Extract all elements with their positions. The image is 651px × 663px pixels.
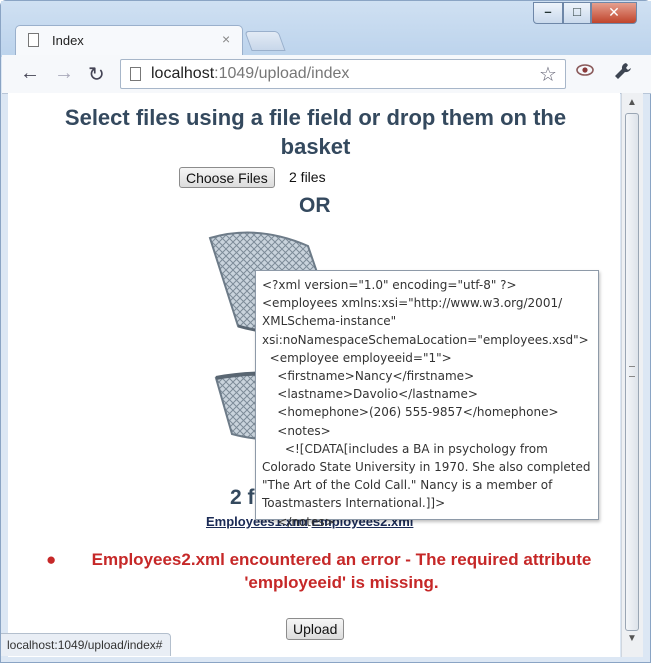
page-title: Select files using a file field or drop … — [64, 105, 567, 159]
url-path: :1049/upload/index — [214, 65, 350, 82]
scrollbar-thumb[interactable] — [625, 113, 639, 631]
scroll-up-icon[interactable]: ▲ — [627, 97, 637, 108]
upload-button[interactable]: Upload — [286, 618, 345, 640]
star-icon[interactable]: ☆ — [539, 62, 557, 87]
close-window-button[interactable]: ✕ — [591, 2, 637, 24]
error-list: ● Employees2.xml encountered an error - … — [26, 548, 616, 594]
reload-icon[interactable]: ↻ — [88, 62, 105, 87]
new-tab-button[interactable] — [244, 31, 286, 51]
page-icon — [130, 67, 141, 81]
back-icon[interactable]: ← — [20, 62, 40, 85]
grip-icon — [629, 366, 635, 377]
minimize-icon: – — [544, 4, 552, 19]
uploaded-count-heading: 2 f — [230, 486, 255, 509]
error-message: ● Employees2.xml encountered an error - … — [26, 548, 616, 594]
maximize-button[interactable]: □ — [563, 2, 591, 24]
forward-icon[interactable]: → — [54, 62, 74, 85]
wrench-icon[interactable] — [614, 62, 632, 85]
status-bar: localhost:1049/upload/index# — [1, 633, 172, 656]
or-label: OR — [299, 194, 331, 217]
vertical-scrollbar[interactable]: ▲ ▼ — [621, 93, 643, 657]
browser-toolbar: ← → ↻ localhost:1049/upload/index ☆ — [2, 55, 651, 94]
file-preview-tooltip: <?xml version="1.0" encoding="utf-8" ?> … — [255, 270, 599, 529]
selected-file-count: 2 files — [289, 169, 326, 185]
browser-tab[interactable]: Index × — [15, 25, 243, 55]
error-text: Employees2.xml encountered an error - Th… — [91, 550, 592, 592]
tab-close-icon[interactable]: × — [222, 31, 230, 47]
minimize-button[interactable]: – — [533, 2, 563, 24]
page-icon — [28, 33, 39, 47]
url-text[interactable]: localhost:1049/upload/index — [151, 65, 349, 83]
scroll-down-icon[interactable]: ▼ — [627, 633, 637, 644]
maximize-icon: □ — [573, 4, 581, 19]
url-host: localhost — [151, 65, 215, 82]
tooltip-xml-text: <?xml version="1.0" encoding="utf-8" ?> … — [262, 278, 591, 529]
tab-title: Index — [52, 33, 84, 48]
address-bar[interactable]: localhost:1049/upload/index ☆ — [120, 59, 566, 89]
extension-icon[interactable] — [576, 63, 594, 82]
page-content: Select files using a file field or drop … — [8, 93, 620, 657]
close-icon: ✕ — [608, 4, 620, 20]
title-bar: – □ ✕ Index × — [1, 1, 651, 57]
choose-files-button[interactable]: Choose Files — [179, 167, 275, 188]
bullet-icon: ● — [46, 550, 57, 569]
